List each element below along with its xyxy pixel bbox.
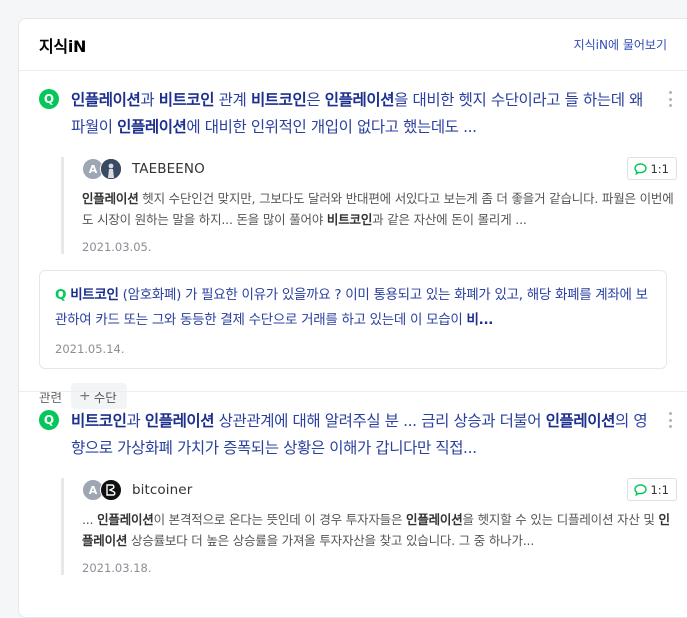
keyword-highlight: 비트코인 [326, 212, 373, 227]
speech-bubble-icon [634, 483, 648, 496]
keyword-highlight: 인플레이션 [97, 512, 154, 527]
answer-date: 2021.03.05. [82, 240, 152, 254]
card-header: 지식iN 지식iN에 물어보기 [19, 19, 687, 71]
text-segment: 관계 [214, 91, 251, 109]
text-segment: 은 [306, 91, 325, 109]
card-title: 지식iN [39, 36, 87, 56]
related-question-text[interactable]: Q 비트코인 (암호화폐) 가 필요한 이유가 있을까요 ? 이미 통용되고 있는… [55, 283, 651, 333]
reply-count-badge[interactable]: 1:1 [627, 157, 677, 180]
bitcoin-logo-icon [106, 484, 116, 496]
answer-snippet[interactable]: ... 인플레이션이 본격적으로 온다는 뜻인데 이 경우 투자자들은 인플레이… [82, 509, 677, 551]
knowledge-in-card: 지식iN 지식iN에 물어보기 Q 인플레이션과 비트코인 관계 비트코인은 인… [18, 18, 687, 618]
text-segment: 상승률보다 더 높은 상승률을 가져올 투자자산을 찾고 있습니다. 그 중 하… [127, 533, 535, 548]
answer-snippet[interactable]: 인플레이션 헷지 수단인건 맞지만, 그보다도 달러와 반대편에 서있다고 보는… [82, 188, 677, 230]
related-q-icon: Q [55, 287, 67, 303]
text-segment: 과 [140, 91, 159, 109]
text-segment: 이 본격적으로 온다는 뜻인데 이 경우 투자자들은 [153, 512, 407, 527]
keyword-highlight: 인플레이션 [545, 412, 616, 430]
avatar-group: A [82, 158, 126, 180]
question-item: Q 인플레이션과 비트코인 관계 비트코인은 인플레이션을 대비한 헷지 수단이… [19, 71, 687, 409]
question-title-link[interactable]: 비트코인과 인플레이션 상관관계에 대해 알려주실 분 ... 금리 상승과 더… [71, 408, 651, 462]
speech-bubble-icon [634, 162, 648, 175]
keyword-highlight: 비트코인 [70, 287, 119, 303]
answer-block: A bitcoiner 1:1 ... 인플레이션이 본격적으로 온다는 뜻인데… [61, 478, 677, 575]
more-options-icon[interactable] [663, 89, 677, 109]
keyword-highlight: 인플레이션 [117, 118, 187, 136]
related-question-box[interactable]: Q 비트코인 (암호화폐) 가 필요한 이유가 있을까요 ? 이미 통용되고 있는… [39, 270, 667, 369]
text-segment: 과 [126, 412, 145, 430]
keyword-highlight: 비... [466, 312, 494, 328]
keyword-highlight: 비트코인 [250, 91, 307, 109]
keyword-highlight: 인플레이션 [406, 512, 463, 527]
text-segment: 을 헷지할 수 있는 디플레이션 자산 및 [462, 512, 659, 527]
ask-knowledge-in-link[interactable]: 지식iN에 물어보기 [574, 36, 667, 53]
text-segment: 과 같은 자산에 돈이 몰리게 ... [372, 212, 527, 227]
answerer-name[interactable]: bitcoiner [132, 482, 192, 498]
text-segment: ... [82, 512, 98, 527]
answer-date: 2021.03.18. [82, 561, 152, 575]
text-segment: 상관관계에 대해 알려주실 분 ... 금리 상승과 더불어 [214, 412, 546, 430]
reply-count-badge[interactable]: 1:1 [627, 478, 677, 501]
avatar-group: A [82, 479, 126, 501]
user-avatar[interactable] [100, 479, 122, 501]
more-options-icon[interactable] [663, 410, 677, 430]
user-avatar[interactable] [100, 158, 122, 180]
keyword-highlight: 인플레이션 [82, 191, 139, 206]
question-badge-icon: Q [39, 89, 59, 109]
keyword-highlight: 비트코인 [158, 91, 215, 109]
keyword-highlight: 인플레이션 [71, 91, 141, 109]
reply-count-text: 1:1 [650, 482, 669, 497]
related-question-body: 비트코인 (암호화폐) 가 필요한 이유가 있을까요 ? 이미 통용되고 있는 … [55, 287, 648, 328]
person-silhouette-icon [101, 159, 121, 179]
text-segment: 에 대비한 인위적인 개입이 없다고 했는데도 ... [186, 118, 477, 136]
text-segment: (암호화폐) 가 필요한 이유가 있을까요 ? 이미 통용되고 있는 화폐가 있… [55, 287, 648, 328]
keyword-highlight: 인플레이션 [144, 412, 215, 430]
related-question-date: 2021.05.14. [55, 342, 125, 356]
question-badge-icon: Q [39, 410, 59, 430]
answer-block: A TAEBEENO 1:1 인플레이션 헷지 수단인건 맞지만, 그보다도 달… [61, 157, 677, 254]
question-title-link[interactable]: 인플레이션과 비트코인 관계 비트코인은 인플레이션을 대비한 헷지 수단이라고… [71, 87, 651, 141]
keyword-highlight: 비트코인 [71, 412, 127, 430]
keyword-highlight: 인플레이션 [324, 91, 395, 109]
question-item: Q 비트코인과 인플레이션 상관관계에 대해 알려주실 분 ... 금리 상승과… [19, 391, 687, 575]
answerer-name[interactable]: TAEBEENO [132, 161, 205, 177]
reply-count-text: 1:1 [650, 161, 669, 176]
